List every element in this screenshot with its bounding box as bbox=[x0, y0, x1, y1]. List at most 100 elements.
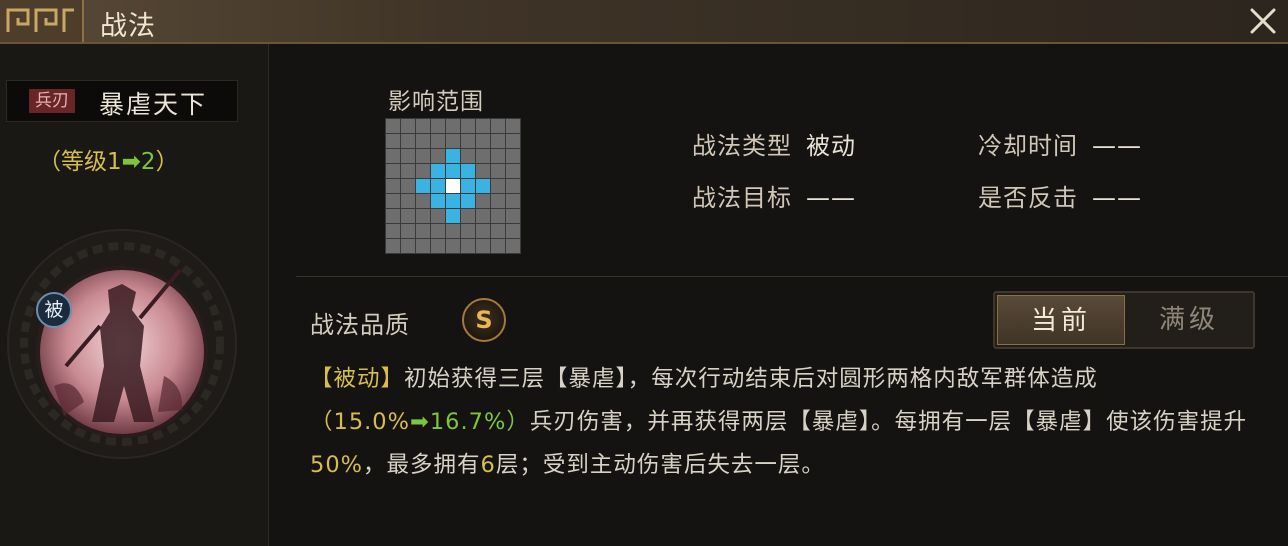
grid-cell bbox=[506, 119, 520, 133]
grid-cell bbox=[506, 209, 520, 223]
cooldown-label: 冷却时间 bbox=[978, 132, 1078, 160]
grid-cell-in-range bbox=[446, 149, 460, 163]
grid-cell-in-range bbox=[446, 209, 460, 223]
grid-cell bbox=[386, 119, 400, 133]
range-label: 影响范围 bbox=[388, 89, 484, 115]
grid-cell bbox=[491, 164, 505, 178]
grid-cell bbox=[461, 224, 475, 238]
grid-cell bbox=[491, 209, 505, 223]
grid-cell-in-range bbox=[461, 194, 475, 208]
grid-cell bbox=[491, 224, 505, 238]
grid-cell bbox=[476, 164, 490, 178]
quality-grade-badge: S bbox=[462, 298, 506, 342]
grid-cell bbox=[446, 224, 460, 238]
grid-cell bbox=[431, 149, 445, 163]
grid-cell bbox=[386, 239, 400, 253]
grid-cell-in-range bbox=[461, 164, 475, 178]
grid-cell bbox=[431, 134, 445, 148]
skill-type-label: 战法类型 bbox=[692, 132, 792, 160]
range-grid bbox=[385, 118, 521, 254]
grid-cell-in-range bbox=[461, 179, 475, 193]
grid-cell bbox=[416, 194, 430, 208]
skill-type-row: 战法类型 被动 bbox=[692, 126, 856, 161]
ornament-icon bbox=[6, 8, 74, 32]
grid-cell bbox=[506, 179, 520, 193]
grid-cell bbox=[476, 149, 490, 163]
grid-cell bbox=[476, 134, 490, 148]
grid-cell-in-range bbox=[476, 179, 490, 193]
grid-cell bbox=[386, 224, 400, 238]
grid-cell bbox=[416, 149, 430, 163]
grid-cell bbox=[491, 119, 505, 133]
title-bar: 战法 bbox=[0, 0, 1288, 44]
grid-cell bbox=[386, 164, 400, 178]
grid-cell bbox=[416, 134, 430, 148]
grid-cell bbox=[386, 194, 400, 208]
target-row: 战法目标 —— bbox=[692, 178, 856, 213]
passive-badge: 被 bbox=[36, 292, 72, 328]
toggle-max-level-button[interactable]: 满级 bbox=[1125, 295, 1253, 345]
grid-cell-in-range bbox=[431, 194, 445, 208]
grid-cell bbox=[416, 224, 430, 238]
grid-cell-in-range bbox=[446, 164, 460, 178]
grid-cell-in-range bbox=[446, 194, 460, 208]
target-value: —— bbox=[806, 184, 856, 212]
grid-cell bbox=[401, 194, 415, 208]
grid-cell bbox=[506, 224, 520, 238]
target-label: 战法目标 bbox=[692, 184, 792, 212]
grid-cell bbox=[416, 239, 430, 253]
grid-cell bbox=[431, 224, 445, 238]
grid-cell bbox=[461, 149, 475, 163]
cooldown-row: 冷却时间 —— bbox=[978, 126, 1142, 161]
grid-cell bbox=[416, 164, 430, 178]
close-icon bbox=[1250, 8, 1276, 34]
divider bbox=[296, 276, 1288, 277]
toggle-current-button[interactable]: 当前 bbox=[997, 295, 1125, 345]
grid-cell bbox=[401, 239, 415, 253]
grid-cell bbox=[491, 239, 505, 253]
grid-cell bbox=[401, 224, 415, 238]
grid-cell bbox=[491, 134, 505, 148]
cooldown-value: —— bbox=[1092, 132, 1142, 160]
grid-cell bbox=[506, 164, 520, 178]
skill-summary-panel: 兵刃 暴虐天下 （等级1➡2） 被 bbox=[0, 44, 269, 546]
grid-cell bbox=[401, 179, 415, 193]
level-toggle: 当前 满级 bbox=[993, 291, 1255, 349]
skill-portrait bbox=[4, 226, 240, 462]
grid-cell bbox=[386, 209, 400, 223]
grid-cell bbox=[431, 209, 445, 223]
counter-label: 是否反击 bbox=[978, 184, 1078, 212]
grid-cell-in-range bbox=[431, 164, 445, 178]
grid-cell bbox=[476, 119, 490, 133]
page-title: 战法 bbox=[100, 11, 156, 42]
counter-row: 是否反击 —— bbox=[978, 178, 1142, 213]
grid-cell bbox=[461, 239, 475, 253]
warrior-portrait-icon bbox=[7, 229, 237, 459]
grid-cell bbox=[506, 239, 520, 253]
grid-cell bbox=[476, 209, 490, 223]
counter-value: —— bbox=[1092, 184, 1142, 212]
grid-cell bbox=[476, 224, 490, 238]
skill-name-box: 兵刃 暴虐天下 bbox=[6, 80, 238, 122]
close-button[interactable] bbox=[1246, 4, 1280, 38]
grid-cell bbox=[461, 134, 475, 148]
grid-cell bbox=[491, 179, 505, 193]
grid-cell bbox=[401, 164, 415, 178]
grid-cell bbox=[446, 134, 460, 148]
grid-cell bbox=[491, 194, 505, 208]
arrow-right-icon: ➡ bbox=[409, 409, 430, 435]
grid-cell-center bbox=[446, 179, 460, 193]
skill-name: 暴虐天下 bbox=[99, 90, 208, 119]
grid-cell bbox=[431, 239, 445, 253]
level-change: （等级1➡2） bbox=[38, 149, 179, 175]
arrow-right-icon: ➡ bbox=[121, 149, 141, 175]
grid-cell bbox=[476, 194, 490, 208]
grid-cell bbox=[401, 134, 415, 148]
grid-cell bbox=[446, 119, 460, 133]
grid-cell bbox=[386, 179, 400, 193]
grid-cell-in-range bbox=[431, 179, 445, 193]
grid-cell bbox=[401, 209, 415, 223]
grid-cell bbox=[401, 119, 415, 133]
range-grid-svg bbox=[385, 118, 521, 254]
weapon-tag: 兵刃 bbox=[29, 89, 75, 113]
